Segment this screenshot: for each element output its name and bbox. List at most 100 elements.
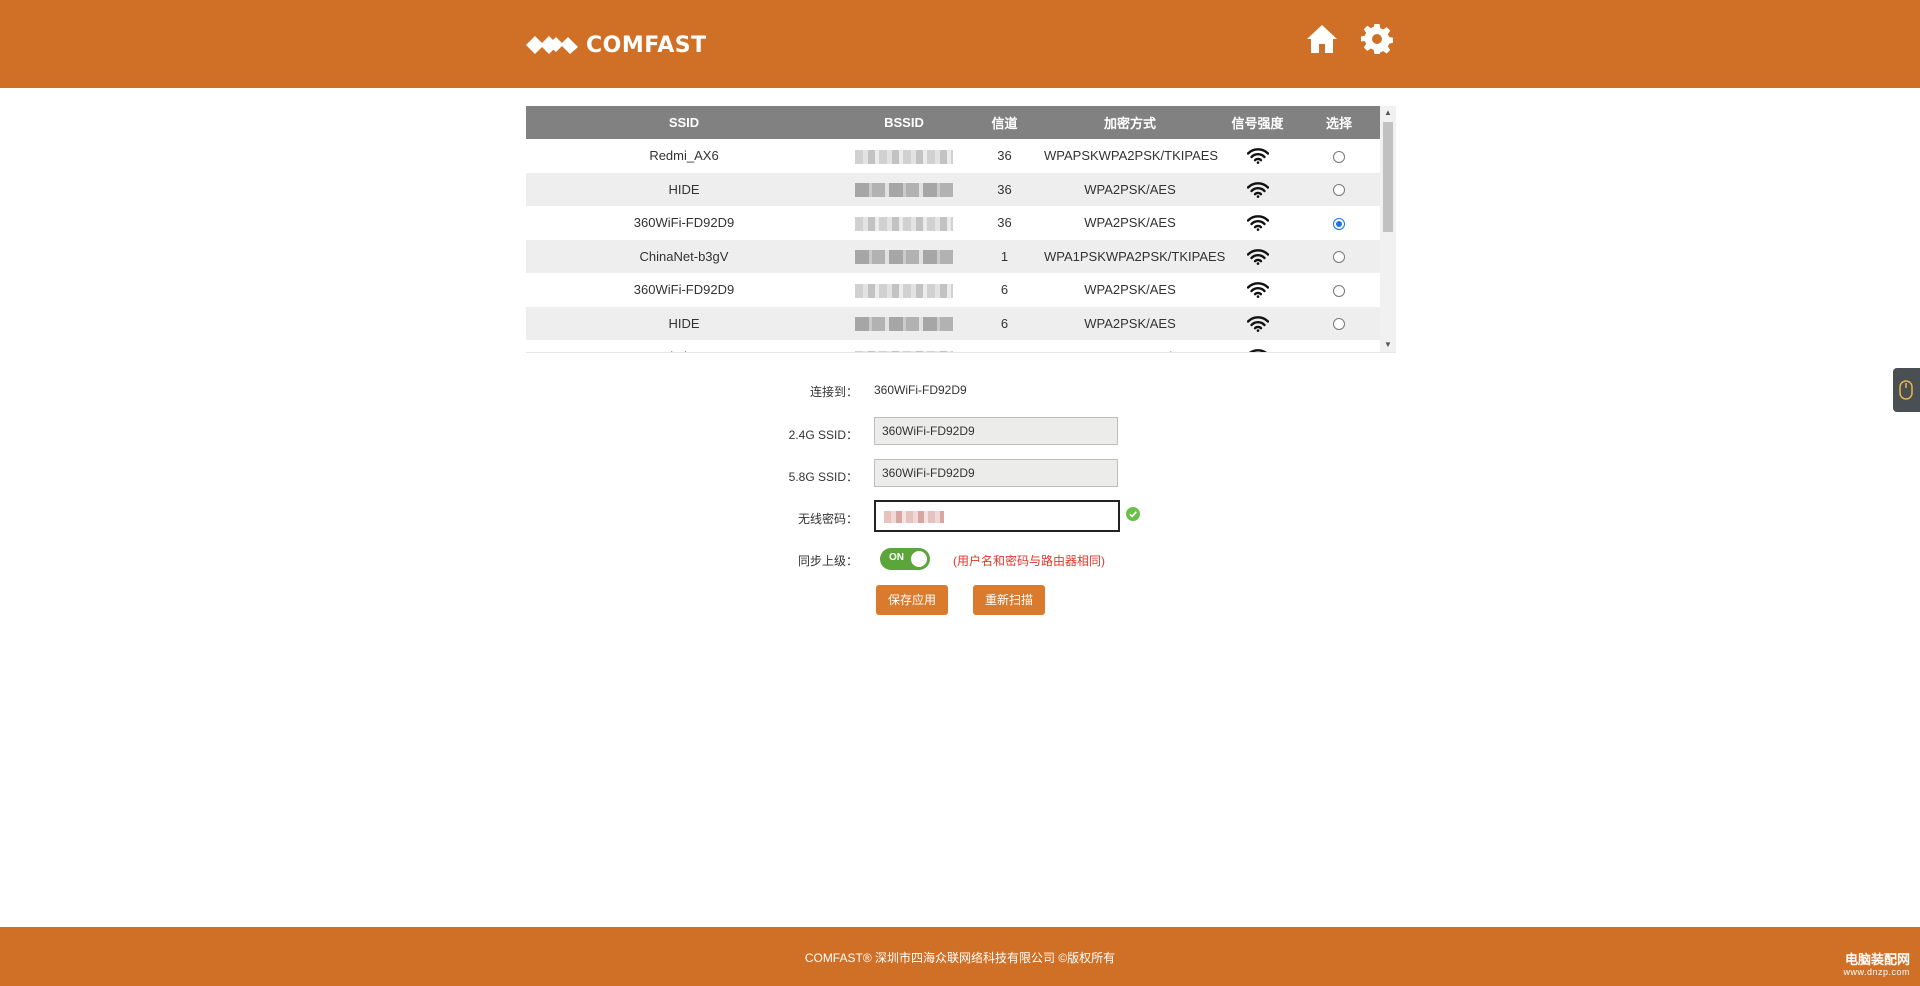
channel-cell: 36 bbox=[966, 139, 1043, 173]
select-radio[interactable] bbox=[1333, 284, 1345, 297]
comfast-logo[interactable]: COMFAST bbox=[526, 30, 707, 60]
select-cell bbox=[1298, 306, 1380, 340]
table-header-row: SSID BSSID 信道 加密方式 信号强度 选择 bbox=[526, 106, 1380, 139]
ssid-24g-label: 2.4G SSID： bbox=[788, 428, 858, 442]
ssid-cell: HIDE bbox=[526, 172, 842, 206]
table-scrollbar[interactable]: ▲ ▼ bbox=[1380, 106, 1396, 352]
copyright-text: COMFAST® 深圳市四海众联网络科技有限公司 ©版权所有 bbox=[804, 951, 1116, 965]
select-cell bbox=[1298, 340, 1380, 352]
column-signal: 信号强度 bbox=[1217, 106, 1298, 139]
signal-cell bbox=[1217, 239, 1298, 273]
table-row[interactable]: HIDE 36 WPA2PSK/AES bbox=[526, 172, 1380, 206]
logo-text: COMFAST bbox=[586, 32, 707, 58]
sync-upstream-label: 同步上级： bbox=[797, 554, 858, 568]
encryption-cell: WPA1PSKWPA2PSK/TKIPAES bbox=[1043, 239, 1225, 273]
mouse-icon bbox=[1899, 380, 1913, 400]
connect-to-value: 360WiFi-FD92D9 bbox=[874, 383, 967, 397]
encryption-cell: WPA2PSK/AES bbox=[1043, 306, 1217, 340]
scroll-thumb[interactable] bbox=[1383, 122, 1393, 232]
ssid-58g-label: 5.8G SSID： bbox=[788, 470, 858, 484]
signal-cell bbox=[1217, 172, 1298, 206]
table-row[interactable]: 360WiFi-FD92D9 6 WPA2PSK/AES bbox=[526, 273, 1380, 307]
watermark-title: 电脑装配网 bbox=[1844, 952, 1910, 967]
bssid-cell bbox=[842, 306, 966, 340]
ssid-cell: Redmi_AX6 bbox=[526, 340, 842, 352]
sync-upstream-toggle[interactable]: ON bbox=[880, 548, 930, 570]
select-cell bbox=[1298, 172, 1380, 206]
column-encryption: 加密方式 bbox=[1043, 106, 1217, 139]
encryption-cell: WPA2PSK/AES bbox=[1043, 206, 1217, 240]
side-floating-tab[interactable] bbox=[1893, 368, 1920, 412]
column-channel: 信道 bbox=[966, 106, 1043, 139]
ssid-24g-input[interactable] bbox=[874, 417, 1118, 445]
save-apply-button[interactable]: 保存应用 bbox=[876, 585, 948, 615]
encryption-cell: WPAPSKWPA2PSK/TKIPAES bbox=[1043, 139, 1218, 173]
password-redacted bbox=[884, 511, 944, 523]
column-bssid: BSSID bbox=[842, 106, 966, 139]
signal-cell bbox=[1217, 139, 1298, 173]
select-radio[interactable] bbox=[1333, 184, 1345, 197]
table-row[interactable]: Redmi_AX6 36 WPAPSKWPA2PSK/TKIPAES bbox=[526, 139, 1380, 173]
wifi-signal-icon bbox=[1246, 315, 1269, 332]
column-ssid: SSID bbox=[526, 106, 842, 139]
channel-cell: 11 bbox=[966, 340, 1043, 352]
toggle-knob bbox=[911, 551, 927, 567]
bssid-cell bbox=[842, 239, 966, 273]
bssid-cell bbox=[842, 273, 966, 307]
footer: COMFAST® 深圳市四海众联网络科技有限公司 ©版权所有 电脑装配网 www… bbox=[0, 927, 1920, 986]
ssid-cell: HIDE bbox=[526, 306, 842, 340]
wifi-signal-icon bbox=[1246, 248, 1269, 265]
rescan-button[interactable]: 重新扫描 bbox=[973, 585, 1045, 615]
table-row[interactable]: HIDE 6 WPA2PSK/AES bbox=[526, 306, 1380, 340]
wifi-signal-icon bbox=[1246, 181, 1269, 198]
check-circle-icon bbox=[1126, 507, 1140, 521]
encryption-cell: WPA2PSK/AES bbox=[1043, 273, 1217, 307]
ssid-58g-input[interactable] bbox=[874, 459, 1118, 487]
sync-note: (用户名和密码与路由器相同) bbox=[953, 554, 1105, 568]
channel-cell: 6 bbox=[966, 273, 1043, 307]
select-radio-selected[interactable] bbox=[1333, 217, 1345, 230]
ssid-cell: ChinaNet-b3gV bbox=[526, 239, 842, 273]
wireless-password-label: 无线密码： bbox=[797, 512, 858, 526]
channel-cell: 1 bbox=[966, 239, 1043, 273]
table-row[interactable]: 360WiFi-FD92D9 36 WPA2PSK/AES bbox=[526, 206, 1380, 240]
signal-cell bbox=[1217, 273, 1298, 307]
bssid-redacted bbox=[855, 283, 953, 298]
wireless-password-input[interactable] bbox=[874, 500, 1120, 532]
channel-cell: 6 bbox=[966, 306, 1043, 340]
scroll-up-arrow-icon[interactable]: ▲ bbox=[1380, 106, 1396, 120]
select-cell bbox=[1298, 273, 1380, 307]
bssid-cell bbox=[842, 340, 966, 352]
signal-cell bbox=[1217, 206, 1298, 240]
ssid-cell: Redmi_AX6 bbox=[526, 139, 842, 173]
ssid-cell: 360WiFi-FD92D9 bbox=[526, 273, 842, 307]
wifi-signal-icon bbox=[1246, 215, 1269, 231]
bssid-redacted bbox=[855, 317, 953, 332]
logo-mark-icon bbox=[526, 36, 578, 54]
select-cell bbox=[1298, 206, 1380, 240]
select-radio[interactable] bbox=[1333, 150, 1345, 163]
wifi-signal-icon bbox=[1246, 282, 1269, 298]
select-radio[interactable] bbox=[1333, 351, 1345, 352]
bssid-redacted bbox=[855, 149, 953, 164]
table-row[interactable]: Redmi_AX6 11 WPA1PSKWPA2PSK/TKIPAES bbox=[526, 340, 1380, 352]
watermark-url: www.dnzp.com bbox=[1843, 967, 1910, 977]
bssid-cell bbox=[842, 206, 966, 240]
select-radio[interactable] bbox=[1333, 251, 1345, 264]
encryption-cell: WPA1PSKWPA2PSK/TKIPAES bbox=[1043, 340, 1225, 352]
table-row[interactable]: ChinaNet-b3gV 1 WPA1PSKWPA2PSK/TKIPAES bbox=[526, 239, 1380, 273]
home-icon[interactable] bbox=[1305, 22, 1339, 56]
signal-cell bbox=[1217, 306, 1298, 340]
scroll-down-arrow-icon[interactable]: ▼ bbox=[1380, 338, 1396, 352]
select-cell bbox=[1298, 139, 1380, 173]
select-radio[interactable] bbox=[1333, 318, 1345, 331]
select-cell bbox=[1298, 239, 1380, 273]
gear-icon[interactable] bbox=[1361, 23, 1393, 55]
signal-cell bbox=[1217, 340, 1298, 352]
channel-cell: 36 bbox=[966, 172, 1043, 206]
channel-cell: 36 bbox=[966, 206, 1043, 240]
scan-results-table: SSID BSSID 信道 加密方式 信号强度 选择 Redmi_AX6 36 … bbox=[526, 106, 1396, 353]
column-select: 选择 bbox=[1298, 106, 1380, 139]
connect-to-label: 连接到： bbox=[809, 385, 858, 399]
wifi-signal-icon bbox=[1246, 148, 1269, 164]
